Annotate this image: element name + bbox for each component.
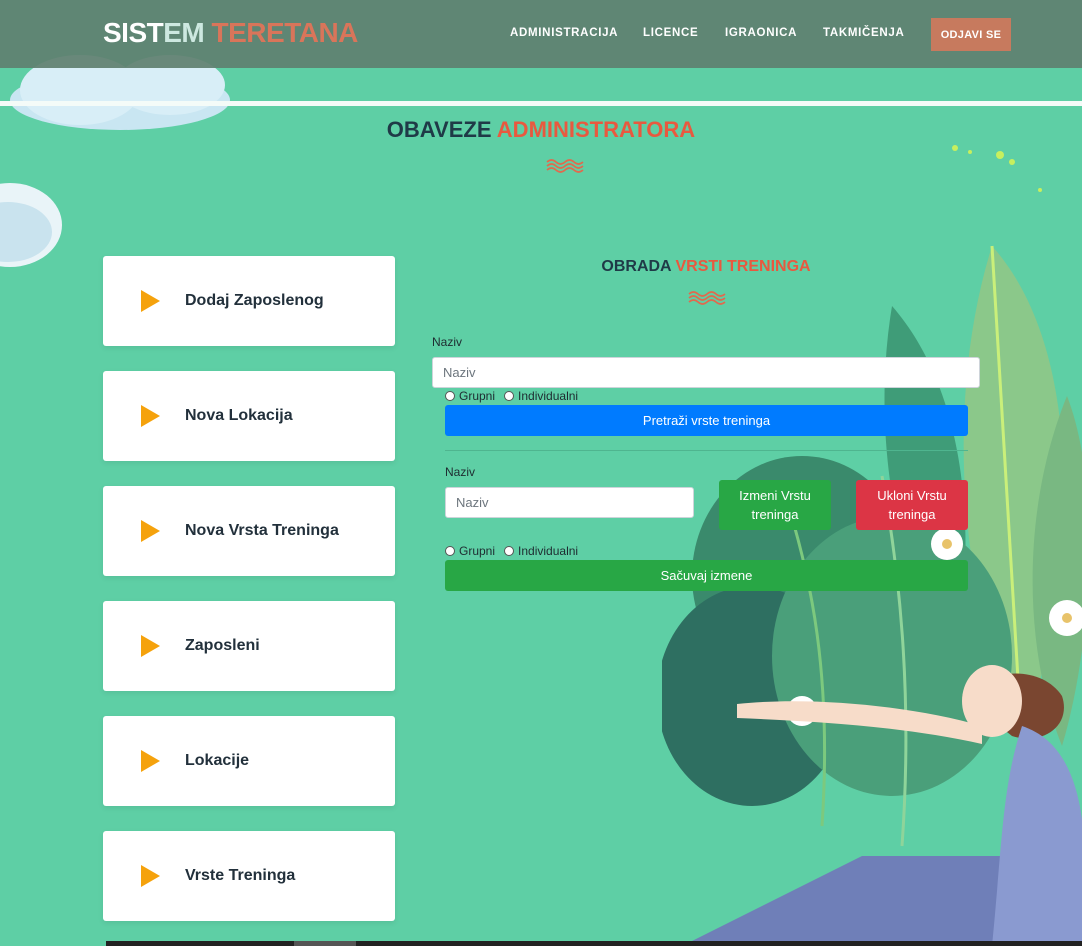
radio-grupni[interactable]: Grupni xyxy=(445,544,495,558)
menu-card-label: Nova Vrsta Treninga xyxy=(185,522,339,539)
page-title: OBAVEZE ADMINISTRATORA xyxy=(0,117,1082,143)
radio-circle-icon[interactable] xyxy=(445,546,455,556)
radio-individualni-label: Individualni xyxy=(518,389,579,403)
play-icon xyxy=(141,405,160,427)
form-title: OBRADA VRSTI TRENINGA xyxy=(432,258,980,276)
wave-divider-icon xyxy=(546,159,584,173)
brand-text-part2: EM xyxy=(163,17,205,48)
brand-text-part1: SIST xyxy=(103,17,164,48)
scrollbar-thumb[interactable] xyxy=(294,941,356,946)
menu-card-nova-lokacija[interactable]: Nova Lokacija xyxy=(103,371,395,461)
decorative-line xyxy=(0,101,1082,106)
radio-circle-icon[interactable] xyxy=(504,546,515,556)
menu-card-vrste-treninga[interactable]: Vrste Treninga xyxy=(103,831,395,921)
page-title-part1: OBAVEZE xyxy=(386,117,492,142)
search-name-placeholder: Naziv xyxy=(443,365,476,380)
save-changes-button[interactable]: Sačuvaj izmene xyxy=(445,560,968,591)
brand-text-part3: TERETANA xyxy=(211,17,359,48)
navbar: SISTEM TERETANA ADMINISTRACIJA LICENCE I… xyxy=(0,0,1082,68)
radio-circle-icon[interactable] xyxy=(504,391,515,401)
form-title-part1: OBRADA xyxy=(601,258,672,275)
edit-name-placeholder: Naziv xyxy=(456,495,489,510)
update-training-type-button[interactable]: Izmeni Vrstu treninga xyxy=(719,480,831,530)
form-title-part2: VRSTI TRENINGA xyxy=(675,258,811,275)
play-icon xyxy=(141,290,160,312)
menu-card-label: Nova Lokacija xyxy=(185,407,293,424)
delete-training-type-button[interactable]: Ukloni Vrstu treninga xyxy=(856,480,968,530)
radio-individualni[interactable]: Individualni xyxy=(504,389,578,403)
horizontal-scrollbar[interactable] xyxy=(106,941,1082,946)
search-name-input[interactable]: Naziv xyxy=(432,357,980,388)
edit-name-input[interactable]: Naziv xyxy=(445,487,694,518)
search-training-types-button[interactable]: Pretraži vrste treninga xyxy=(445,405,968,436)
play-icon xyxy=(141,865,160,887)
radio-grupni-label: Grupni xyxy=(459,389,496,403)
menu-card-label: Lokacije xyxy=(185,752,250,769)
nav-link-takmicenja[interactable]: TAKMIČENJA xyxy=(823,27,905,39)
radio-grupni[interactable]: Grupni xyxy=(445,389,495,403)
menu-card-label: Vrste Treninga xyxy=(185,867,296,884)
radio-grupni-label: Grupni xyxy=(459,544,496,558)
edit-name-label: Naziv xyxy=(445,465,476,479)
search-name-label: Naziv xyxy=(432,335,463,349)
nav-link-igraonica[interactable]: IGRAONICA xyxy=(725,27,797,39)
cloud-decoration-left xyxy=(0,183,62,267)
radio-individualni-label: Individualni xyxy=(518,544,579,558)
nav-link-administracija[interactable]: ADMINISTRACIJA xyxy=(510,27,618,39)
edit-type-radio-group: Grupni Individualni xyxy=(445,544,587,558)
play-icon xyxy=(141,635,160,657)
menu-card-lokacije[interactable]: Lokacije xyxy=(103,716,395,806)
wave-divider-icon xyxy=(688,291,726,305)
brand-logo[interactable]: SISTEM TERETANA xyxy=(103,17,358,49)
form-divider xyxy=(445,450,968,451)
nav-link-licence[interactable]: LICENCE xyxy=(643,27,698,39)
play-icon xyxy=(141,520,160,542)
search-type-radio-group: Grupni Individualni xyxy=(445,389,587,403)
radio-individualni[interactable]: Individualni xyxy=(504,544,578,558)
logout-button[interactable]: ODJAVI SE xyxy=(931,18,1011,51)
play-icon xyxy=(141,750,160,772)
menu-card-label: Dodaj Zaposlenog xyxy=(185,292,324,309)
menu-card-nova-vrsta-treninga[interactable]: Nova Vrsta Treninga xyxy=(103,486,395,576)
menu-card-zaposleni[interactable]: Zaposleni xyxy=(103,601,395,691)
menu-card-label: Zaposleni xyxy=(185,637,260,654)
menu-card-dodaj-zaposlenog[interactable]: Dodaj Zaposlenog xyxy=(103,256,395,346)
page-title-part2: ADMINISTRATORA xyxy=(496,117,696,142)
radio-circle-icon[interactable] xyxy=(445,391,455,401)
